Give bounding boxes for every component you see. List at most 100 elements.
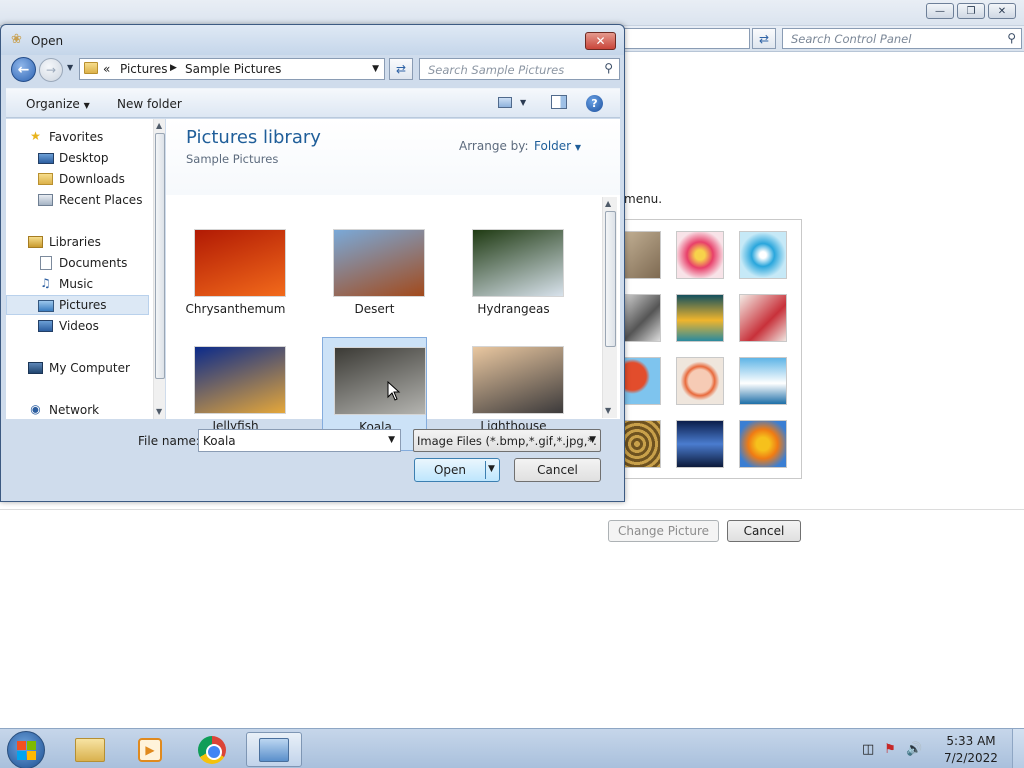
nav-item-network[interactable]: ◉ Network — [6, 400, 149, 420]
show-desktop-button[interactable] — [1012, 729, 1024, 768]
account-picture-grid — [612, 219, 802, 479]
scrollbar-thumb[interactable] — [605, 211, 616, 347]
close-button[interactable]: ✕ — [988, 3, 1016, 19]
nav-item-downloads[interactable]: Downloads — [6, 169, 149, 189]
change-view-icon[interactable] — [498, 97, 512, 108]
dialog-titlebar[interactable]: ❀ Open ✕ — [1, 25, 624, 55]
breadcrumb-pictures[interactable]: Pictures — [120, 62, 168, 76]
downloads-folder-icon — [38, 173, 53, 185]
refresh-icon[interactable]: ⇄ — [752, 28, 776, 49]
windows-logo-icon — [17, 741, 36, 760]
new-folder-button[interactable]: New folder — [117, 97, 182, 111]
volume-icon[interactable]: 🔊 — [906, 742, 922, 757]
chevron-down-icon[interactable]: ▼ — [388, 435, 395, 445]
forward-button[interactable]: → — [39, 58, 63, 82]
picture-tile[interactable] — [676, 420, 724, 468]
pictures-icon — [38, 300, 54, 312]
nav-label: Recent Places — [59, 193, 143, 207]
cancel-button[interactable]: Cancel — [727, 520, 801, 542]
system-tray: ◫ ⚑ 🔊 — [862, 739, 932, 759]
nav-item-favorites[interactable]: ★ Favorites — [6, 127, 149, 147]
file-type-select[interactable]: Image Files (*.bmp,*.gif,*.jpg,*. ▼ — [413, 429, 601, 452]
control-panel-titlebar: — ❐ ✕ — [0, 0, 1024, 26]
taskbar-control-panel[interactable] — [246, 732, 302, 767]
library-title: Pictures library — [186, 127, 321, 148]
start-button[interactable] — [7, 731, 45, 768]
open-dialog: ❀ Open ✕ ← → ▼ « Pictures ▶ Sample Pictu… — [0, 24, 625, 502]
control-panel-search-input[interactable]: Search Control Panel ⚲ — [782, 28, 1022, 49]
dialog-close-button[interactable]: ✕ — [585, 32, 616, 50]
organize-label: Organize — [26, 97, 80, 111]
picture-tile[interactable] — [739, 357, 787, 405]
nav-label: Network — [49, 403, 100, 417]
thumbnail-image — [472, 346, 564, 414]
network-status-icon[interactable]: ◫ — [862, 742, 874, 757]
scrollbar-thumb[interactable] — [155, 133, 165, 379]
dialog-title: Open — [31, 34, 64, 48]
picture-tile[interactable] — [676, 294, 724, 342]
clock-date[interactable]: 7/2/2022 — [936, 751, 1006, 765]
nav-label: Favorites — [49, 130, 104, 144]
nav-item-music[interactable]: ♫ Music — [6, 274, 149, 294]
thumbnail-item[interactable]: Chrysanthemum — [183, 220, 288, 334]
nav-item-libraries[interactable]: Libraries — [6, 232, 149, 252]
nav-item-recent-places[interactable]: Recent Places — [6, 190, 149, 210]
scroll-down-icon[interactable]: ▼ — [605, 406, 611, 415]
address-bar[interactable]: « Pictures ▶ Sample Pictures ▼ — [79, 58, 385, 80]
scroll-up-icon[interactable]: ▲ — [605, 199, 611, 208]
address-dropdown-icon[interactable]: ▼ — [372, 64, 379, 74]
navigation-scrollbar[interactable]: ▲ ▼ — [153, 119, 165, 419]
picture-tile[interactable] — [676, 231, 724, 279]
arrange-by-dropdown[interactable]: Folder ▼ — [534, 139, 581, 153]
recent-locations-dropdown-icon[interactable]: ▼ — [67, 63, 73, 72]
clock-time[interactable]: 5:33 AM — [936, 734, 1006, 748]
view-options-dropdown-icon[interactable]: ▼ — [520, 98, 526, 107]
thumbnail-image — [334, 347, 426, 415]
thumbnail-image — [194, 346, 286, 414]
nav-item-desktop[interactable]: Desktop — [6, 148, 149, 168]
action-center-flag-icon[interactable]: ⚑ — [884, 742, 896, 757]
documents-icon — [40, 256, 52, 270]
thumbnail-item[interactable]: Desert — [322, 220, 427, 334]
back-button[interactable]: ← — [11, 57, 36, 82]
mouse-cursor-icon — [387, 381, 401, 401]
picture-tile[interactable] — [739, 231, 787, 279]
scroll-up-icon[interactable]: ▲ — [156, 121, 162, 130]
help-icon[interactable]: ? — [586, 95, 603, 112]
file-name-input[interactable]: Koala ▼ — [198, 429, 401, 452]
taskbar-explorer[interactable] — [62, 732, 118, 767]
change-picture-button[interactable]: Change Picture — [608, 520, 719, 542]
taskbar-chrome[interactable] — [184, 732, 240, 767]
restore-button[interactable]: ❐ — [957, 3, 985, 19]
nav-item-videos[interactable]: Videos — [6, 316, 149, 336]
network-icon: ◉ — [30, 402, 41, 416]
picture-tile[interactable] — [676, 357, 724, 405]
thumbnail-item[interactable]: Hydrangeas — [461, 220, 566, 334]
nav-item-documents[interactable]: Documents — [6, 253, 149, 273]
file-list-scrollbar[interactable]: ▲ ▼ — [602, 197, 617, 418]
file-list-pane: Pictures library Sample Pictures Arrange… — [166, 119, 620, 451]
breadcrumb-sample-pictures[interactable]: Sample Pictures — [185, 62, 281, 76]
nav-item-my-computer[interactable]: My Computer — [6, 358, 149, 378]
picture-tile[interactable] — [739, 420, 787, 468]
chevron-down-icon: ▼ — [83, 101, 90, 110]
search-icon: ⚲ — [1007, 31, 1016, 45]
picture-tile[interactable] — [739, 294, 787, 342]
organize-button[interactable]: Organize ▼ — [26, 97, 90, 111]
refresh-icon[interactable]: ⇄ — [389, 58, 413, 80]
open-options-dropdown-icon[interactable]: ▼ — [488, 464, 495, 474]
chevron-down-icon: ▼ — [574, 143, 582, 152]
folder-icon — [84, 62, 98, 74]
dialog-navigation-bar: ← → ▼ « Pictures ▶ Sample Pictures ▼ ⇄ S… — [6, 55, 620, 85]
thumbnail-label: Hydrangeas — [477, 302, 550, 316]
nav-item-pictures[interactable]: Pictures — [6, 295, 149, 315]
dialog-cancel-button[interactable]: Cancel — [514, 458, 601, 482]
minimize-button[interactable]: — — [926, 3, 954, 19]
open-button[interactable]: Open ▼ — [414, 458, 500, 482]
taskbar-media-player[interactable]: ▶ — [122, 732, 178, 767]
address-overflow-chevron[interactable]: « — [103, 62, 110, 76]
breadcrumb-separator-icon[interactable]: ▶ — [170, 63, 177, 73]
scroll-down-icon[interactable]: ▼ — [156, 407, 162, 416]
preview-pane-icon[interactable] — [551, 95, 567, 109]
dialog-search-input[interactable]: Search Sample Pictures ⚲ — [419, 58, 620, 80]
